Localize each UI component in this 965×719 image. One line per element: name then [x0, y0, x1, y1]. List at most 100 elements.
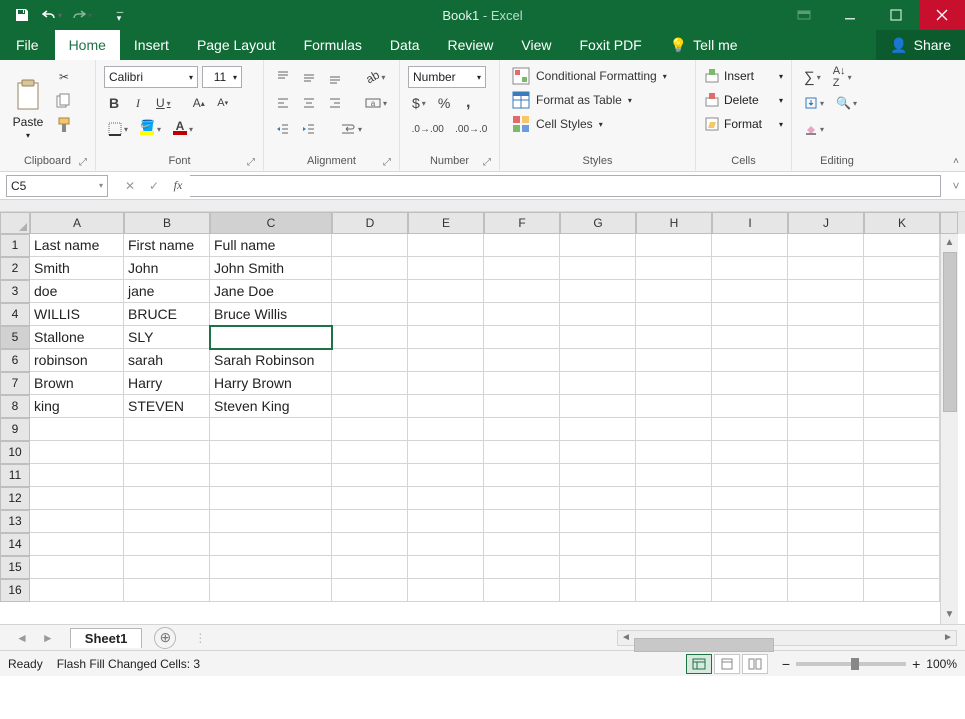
tab-foxit-pdf[interactable]: Foxit PDF: [566, 30, 656, 60]
normal-view-icon[interactable]: [686, 654, 712, 674]
format-as-table-button[interactable]: Format as Table▾: [508, 88, 687, 112]
cell[interactable]: [788, 510, 864, 533]
page-break-view-icon[interactable]: [742, 654, 768, 674]
cell[interactable]: robinson: [30, 349, 124, 372]
cell[interactable]: [484, 326, 560, 349]
cell[interactable]: [864, 556, 940, 579]
cell[interactable]: [332, 280, 408, 303]
cell[interactable]: [560, 464, 636, 487]
cell[interactable]: [408, 533, 484, 556]
cell[interactable]: [560, 257, 636, 280]
cell[interactable]: [210, 533, 332, 556]
cell[interactable]: [560, 510, 636, 533]
cell[interactable]: [788, 487, 864, 510]
formula-input[interactable]: [190, 175, 941, 197]
sort-filter-icon[interactable]: A↓Z: [829, 66, 856, 88]
cell[interactable]: [332, 372, 408, 395]
cell[interactable]: [788, 257, 864, 280]
select-all-button[interactable]: [0, 212, 30, 234]
cell[interactable]: [864, 533, 940, 556]
column-header[interactable]: F: [484, 212, 560, 234]
tab-data[interactable]: Data: [376, 30, 434, 60]
cell[interactable]: [636, 257, 712, 280]
shrink-font-icon[interactable]: A▾: [213, 92, 233, 114]
new-sheet-icon[interactable]: ⊕: [154, 627, 176, 649]
cell[interactable]: [560, 533, 636, 556]
cell[interactable]: [788, 303, 864, 326]
cell[interactable]: Full name: [210, 234, 332, 257]
clear-icon[interactable]: [800, 118, 828, 140]
cell[interactable]: [712, 556, 788, 579]
cell[interactable]: [560, 372, 636, 395]
cell[interactable]: [560, 280, 636, 303]
minimize-icon[interactable]: [827, 0, 873, 30]
cell[interactable]: Steven King: [210, 395, 332, 418]
cell[interactable]: [560, 487, 636, 510]
sheet-nav-prev-icon[interactable]: ◄: [16, 631, 28, 645]
maximize-icon[interactable]: [873, 0, 919, 30]
align-middle-icon[interactable]: [298, 66, 320, 88]
cell[interactable]: Sarah Robinson: [210, 349, 332, 372]
cell[interactable]: [788, 395, 864, 418]
align-right-icon[interactable]: [324, 92, 346, 114]
cell[interactable]: [788, 441, 864, 464]
tab-review[interactable]: Review: [434, 30, 508, 60]
page-layout-view-icon[interactable]: [714, 654, 740, 674]
cell[interactable]: [484, 510, 560, 533]
cell[interactable]: [864, 257, 940, 280]
cell[interactable]: [636, 326, 712, 349]
zoom-out-icon[interactable]: −: [782, 656, 790, 672]
cell[interactable]: [864, 303, 940, 326]
cell[interactable]: [332, 257, 408, 280]
cell[interactable]: [484, 349, 560, 372]
row-header[interactable]: 1: [0, 234, 30, 257]
cell[interactable]: [712, 326, 788, 349]
cell[interactable]: [124, 533, 210, 556]
cancel-formula-icon[interactable]: ✕: [118, 175, 142, 197]
cell[interactable]: king: [30, 395, 124, 418]
cell[interactable]: [712, 533, 788, 556]
cell[interactable]: [560, 418, 636, 441]
cell[interactable]: [864, 234, 940, 257]
insert-function-icon[interactable]: fx: [166, 175, 190, 197]
cell[interactable]: SLY: [124, 326, 210, 349]
vertical-scrollbar[interactable]: ▲ ▼: [940, 234, 958, 624]
cell[interactable]: John Smith: [210, 257, 332, 280]
paste-button[interactable]: Paste ▾: [8, 64, 48, 142]
font-color-icon[interactable]: A: [169, 118, 197, 140]
scroll-down-icon[interactable]: ▼: [941, 606, 958, 624]
row-header[interactable]: 15: [0, 556, 30, 579]
cell[interactable]: [712, 395, 788, 418]
cell[interactable]: jane: [124, 280, 210, 303]
cell[interactable]: [560, 326, 636, 349]
cell[interactable]: [124, 579, 210, 602]
tab-formulas[interactable]: Formulas: [290, 30, 376, 60]
cell[interactable]: [560, 556, 636, 579]
horizontal-scrollbar[interactable]: ◄ ►: [617, 630, 957, 646]
cell[interactable]: [332, 395, 408, 418]
cell[interactable]: [560, 441, 636, 464]
cell[interactable]: [712, 510, 788, 533]
row-header[interactable]: 5: [0, 326, 30, 349]
column-header[interactable]: J: [788, 212, 864, 234]
column-header[interactable]: H: [636, 212, 712, 234]
cell[interactable]: STEVEN: [124, 395, 210, 418]
cell[interactable]: [636, 556, 712, 579]
accounting-format-icon[interactable]: $: [408, 92, 430, 114]
align-left-icon[interactable]: [272, 92, 294, 114]
cell[interactable]: [788, 372, 864, 395]
row-header[interactable]: 13: [0, 510, 30, 533]
cell[interactable]: [864, 280, 940, 303]
cell[interactable]: [408, 234, 484, 257]
cell[interactable]: [210, 326, 332, 349]
cell[interactable]: [332, 441, 408, 464]
zoom-in-icon[interactable]: +: [912, 656, 920, 672]
insert-cells-button[interactable]: Insert▾: [704, 64, 783, 88]
cell[interactable]: [332, 349, 408, 372]
cell[interactable]: [408, 326, 484, 349]
cell[interactable]: [210, 464, 332, 487]
scroll-left-icon[interactable]: ◄: [618, 632, 634, 643]
delete-cells-button[interactable]: Delete▾: [704, 88, 783, 112]
scroll-up-icon[interactable]: ▲: [941, 234, 958, 252]
format-cells-button[interactable]: Format▾: [704, 112, 783, 136]
